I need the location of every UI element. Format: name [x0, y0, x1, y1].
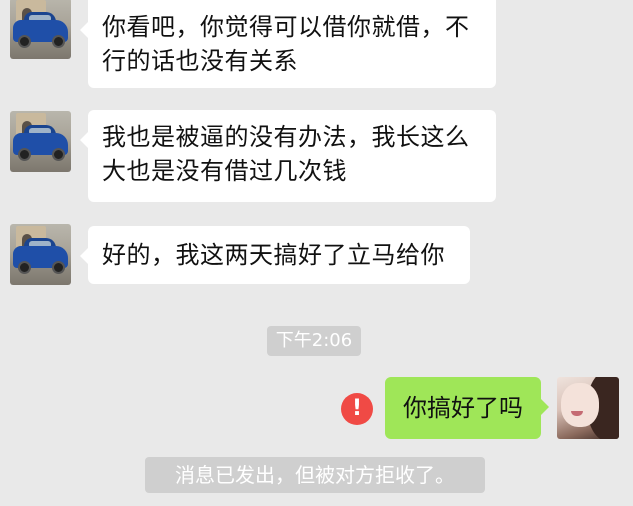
contact-avatar[interactable] [10, 0, 71, 59]
message-bubble-outgoing[interactable]: 你搞好了吗 [385, 377, 549, 439]
wheel-shape [52, 35, 65, 48]
face-shape [561, 383, 599, 427]
exclamation-circle-icon[interactable]: ! [341, 393, 373, 425]
my-avatar[interactable] [557, 377, 619, 439]
wheel-shape [18, 35, 31, 48]
message-bubble-incoming[interactable]: 好的，我这两天搞好了立马给你 [80, 226, 470, 284]
contact-avatar[interactable] [10, 224, 71, 285]
wheel-shape [52, 148, 65, 161]
wheel-shape [18, 261, 31, 274]
system-notice: 消息已发出，但被对方拒收了。 [145, 457, 485, 493]
timestamp-label: 下午2:06 [267, 326, 361, 356]
message-bubble-incoming[interactable]: 你看吧，你觉得可以借你就借，不行的话也没有关系 [80, 0, 496, 88]
wheel-shape [18, 148, 31, 161]
message-bubble-incoming[interactable]: 我也是被逼的没有办法，我长这么大也是没有借过几次钱 [80, 110, 496, 202]
contact-avatar[interactable] [10, 111, 71, 172]
wheel-shape [52, 261, 65, 274]
